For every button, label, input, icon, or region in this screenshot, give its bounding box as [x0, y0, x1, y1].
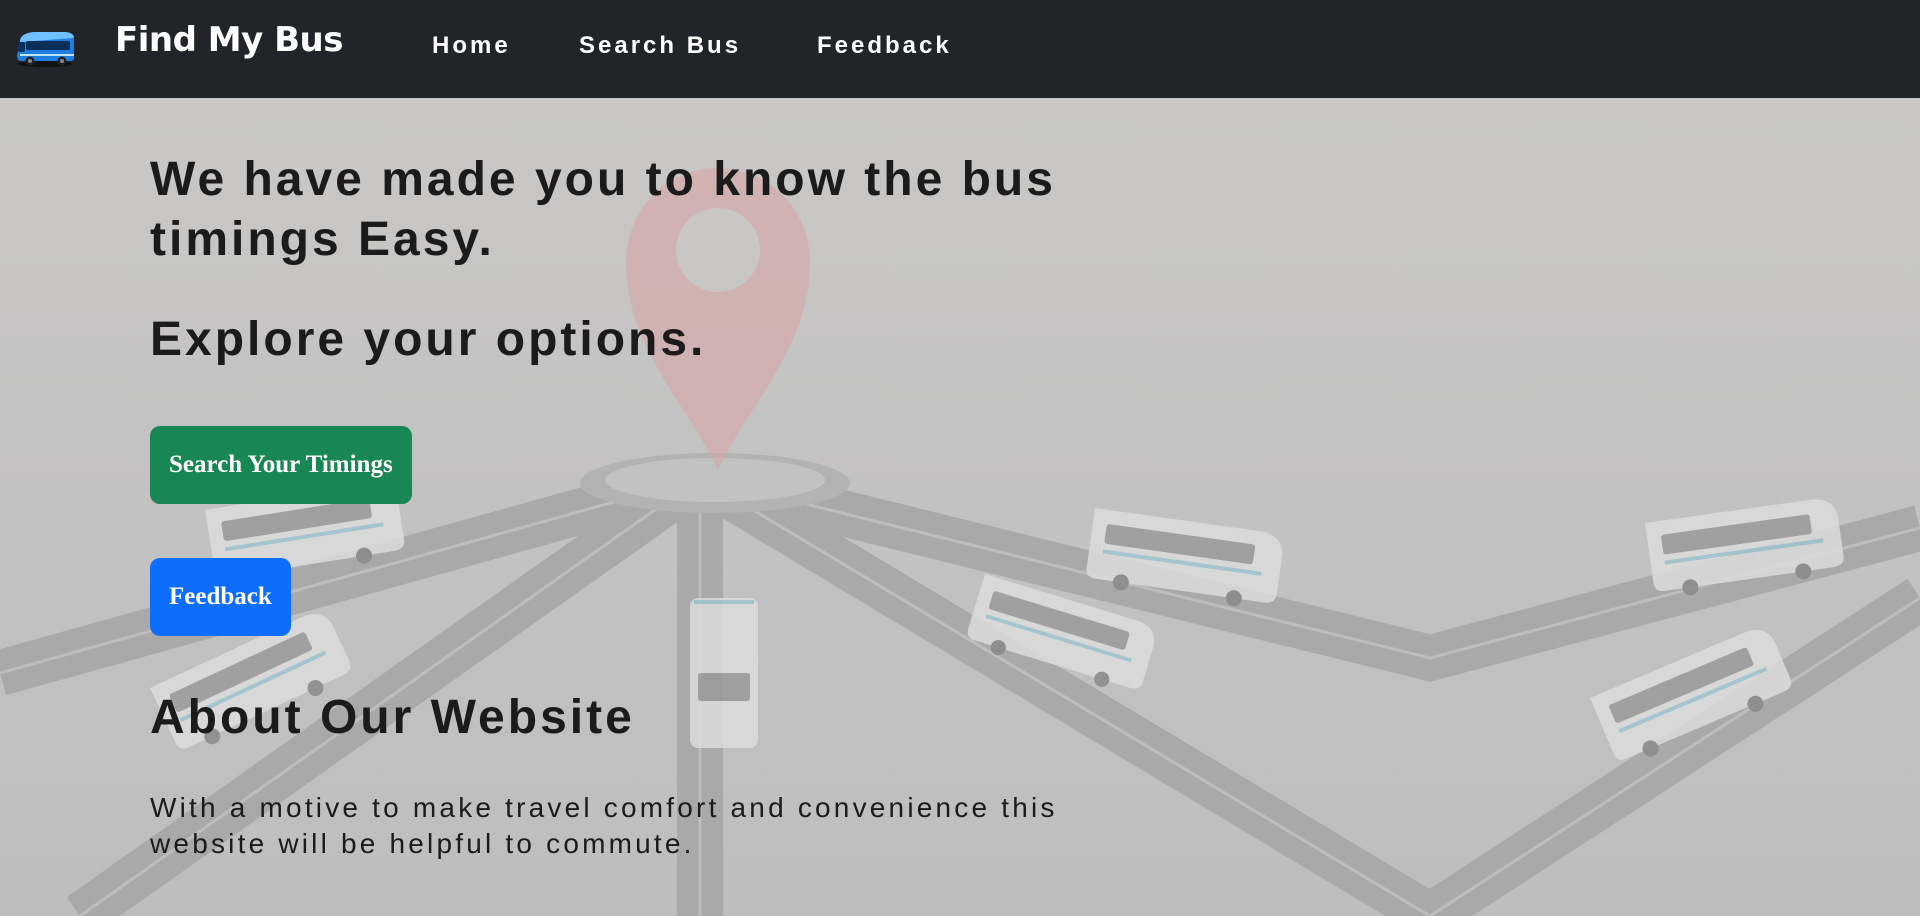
about-title: About Our Website: [150, 691, 635, 744]
nav-home-link[interactable]: Home: [432, 32, 511, 60]
navbar: Find My Bus Home Search Bus Feedback: [0, 0, 1920, 98]
feedback-button[interactable]: Feedback: [150, 558, 291, 636]
brand-name[interactable]: Find My Bus: [115, 20, 343, 60]
hero-headline: We have made you to know the bus timings…: [150, 153, 1056, 266]
search-timings-button[interactable]: Search Your Timings: [150, 426, 412, 504]
nav-search-bus-link[interactable]: Search Bus: [579, 32, 741, 60]
nav-feedback-link[interactable]: Feedback: [817, 32, 952, 60]
about-text: With a motive to make travel comfort and…: [150, 792, 1058, 859]
bus-icon[interactable]: [14, 28, 76, 68]
hero-subheadline: Explore your options.: [150, 313, 707, 366]
